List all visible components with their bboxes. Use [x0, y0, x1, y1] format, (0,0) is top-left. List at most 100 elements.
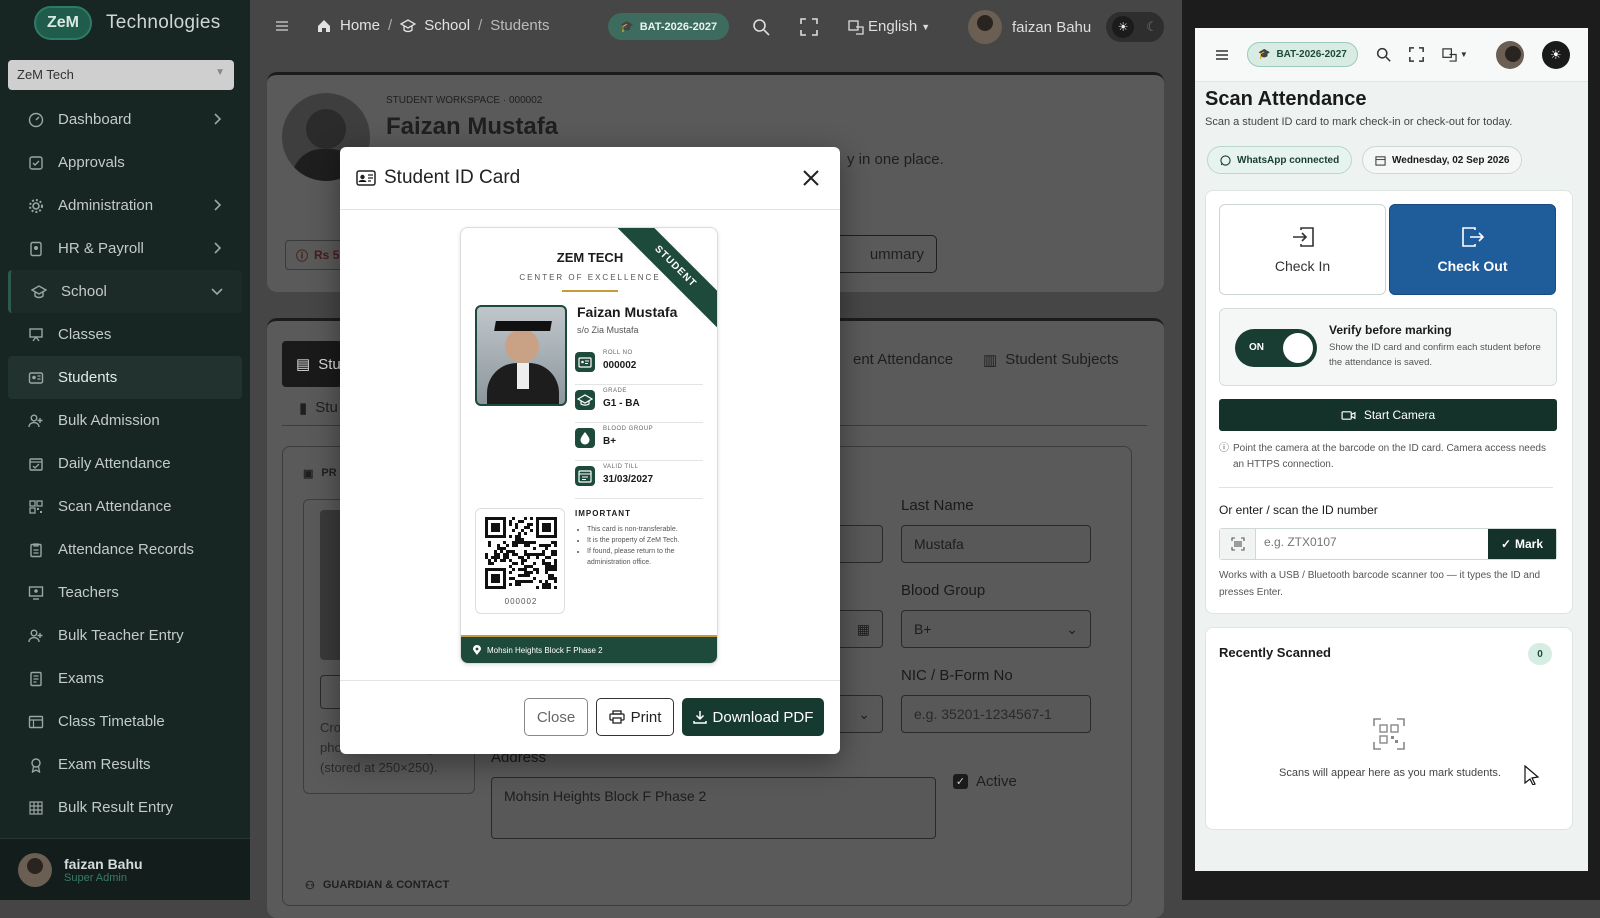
caret-down-icon: ▼: [921, 21, 931, 32]
brand[interactable]: ZeM Technologies: [34, 6, 221, 40]
guardian-section-label: GUARDIAN & CONTACT: [322, 879, 450, 891]
camera-icon: [1341, 410, 1356, 421]
sidebar-nav: Dashboard Approvals Administration HR & Pay…: [8, 98, 242, 829]
id-card-icon: [575, 352, 595, 372]
summary-button[interactable]: ummary: [827, 235, 937, 273]
theme-toggle[interactable]: ☀ ☾: [1106, 12, 1164, 42]
whatsapp-status: WhatsApp connected: [1207, 146, 1353, 174]
sidebar-item-label: HR & Payroll: [58, 240, 144, 257]
sidebar-user[interactable]: faizan Bahu Super Admin: [0, 838, 250, 900]
fullscreen-icon[interactable]: [1408, 47, 1424, 62]
print-button[interactable]: Print: [596, 698, 674, 736]
mark-button[interactable]: ✓ Mark: [1488, 529, 1556, 559]
nic-field[interactable]: e.g. 35201-1234567-1: [901, 695, 1091, 733]
breadcrumb-students: Students: [490, 17, 550, 34]
verify-option: ON Verify before marking Show the ID car…: [1219, 308, 1557, 386]
chart-icon: ▮: [299, 400, 308, 417]
modal-header: Student ID Card: [340, 147, 840, 210]
start-camera-button[interactable]: Start Camera: [1219, 399, 1557, 431]
student-id-card: STUDENT ZEM TECH CENTER OF EXCELLENCE Fa…: [460, 227, 718, 664]
avatar[interactable]: [1495, 40, 1524, 69]
tab-student-attendance[interactable]: ent Attendance: [853, 351, 953, 368]
nic-label: NIC / B-Form No: [901, 667, 1013, 684]
tab-student-stats[interactable]: ▮ Stu: [299, 399, 338, 417]
card-info-value: B+: [603, 436, 617, 447]
sidebar-item-bulk-teacher-entry[interactable]: Bulk Teacher Entry: [8, 614, 242, 657]
sidebar-item-hr-payroll[interactable]: HR & Payroll: [8, 227, 242, 270]
menu-icon[interactable]: [274, 18, 290, 34]
card-info-key: ROLL NO: [603, 350, 633, 356]
sidebar-item-daily-attendance[interactable]: Daily Attendance: [8, 442, 242, 485]
student-photo: [475, 305, 567, 406]
sidebar-item-label: Bulk Admission: [58, 412, 160, 429]
session-pill[interactable]: 🎓 BAT-2026-2027: [608, 13, 730, 40]
sidebar-item-dashboard[interactable]: Dashboard: [8, 98, 242, 141]
sidebar-item-students[interactable]: Students: [8, 356, 242, 399]
address-field[interactable]: Mohsin Heights Block F Phase 2: [491, 777, 936, 839]
sidebar-item-approvals[interactable]: Approvals: [8, 141, 242, 184]
last-name-label: Last Name: [901, 497, 974, 514]
breadcrumb-school[interactable]: School: [424, 17, 470, 34]
check-out-button[interactable]: Check Out: [1389, 204, 1556, 295]
topbar: Home / School / Students 🎓 BAT-2026-2027…: [250, 0, 1182, 56]
fullscreen-icon[interactable]: [800, 18, 818, 36]
scanner-hint: Works with a USB / Bluetooth barcode sca…: [1219, 570, 1541, 598]
sidebar-item-label: Daily Attendance: [58, 455, 171, 472]
sidebar-item-bulk-result-entry[interactable]: Bulk Result Entry: [8, 786, 242, 829]
session-pill[interactable]: 🎓 BAT-2026-2027: [1247, 42, 1358, 67]
search-icon[interactable]: [1376, 47, 1391, 62]
blood-group-select[interactable]: B+ ⌄: [901, 610, 1091, 648]
modal-title: Student ID Card: [384, 167, 521, 188]
sidebar-item-class-timetable[interactable]: Class Timetable: [8, 700, 242, 743]
card-address: Mohsin Heights Block F Phase 2: [487, 645, 603, 655]
chevron-down-icon: [210, 284, 224, 298]
chevron-down-icon: ▼: [215, 67, 225, 78]
tab-student-subjects[interactable]: ▥ Student Subjects: [983, 351, 1119, 369]
organization-select[interactable]: ZeM Tech ▼: [8, 60, 234, 90]
image-icon: ▣: [303, 468, 314, 480]
close-button[interactable]: Close: [524, 698, 588, 736]
language-select[interactable]: English ▼: [848, 18, 930, 35]
check-icon: ✓: [1500, 537, 1512, 551]
id-card-icon: [356, 170, 376, 186]
card-info-row: GRADE G1 - BA: [575, 385, 703, 423]
active-checkbox[interactable]: ✓ Active: [953, 773, 1017, 790]
sidebar-item-attendance-records[interactable]: Attendance Records: [8, 528, 242, 571]
sidebar-item-exams[interactable]: Exams: [8, 657, 242, 700]
book-icon: ▥: [983, 352, 998, 369]
sidebar-item-exam-results[interactable]: Exam Results: [8, 743, 242, 786]
last-name-field[interactable]: Mustafa: [901, 525, 1091, 563]
download-pdf-button[interactable]: Download PDF: [682, 698, 824, 736]
user-menu[interactable]: faizan Bahu: [968, 10, 1091, 44]
sidebar-item-administration[interactable]: Administration: [8, 184, 242, 227]
breadcrumb-home[interactable]: Home: [340, 17, 380, 34]
scan-attendance-window: 🎓 BAT-2026-2027 ▼ ☀ Scan Attendance Scan …: [1182, 0, 1600, 900]
important-note: It is the property of ZeM Tech.: [587, 535, 710, 546]
sidebar-item-teachers[interactable]: Teachers: [8, 571, 242, 614]
sun-icon[interactable]: ☀: [1541, 40, 1570, 69]
sun-icon: ☀: [1112, 16, 1135, 38]
menu-icon[interactable]: [1215, 49, 1229, 61]
chevron-right-icon: [210, 241, 224, 255]
check-in-button[interactable]: Check In: [1219, 204, 1386, 295]
card-tagline: CENTER OF EXCELLENCE: [519, 273, 661, 282]
award-icon: [28, 757, 44, 773]
sidebar-item-scan-attendance[interactable]: Scan Attendance: [8, 485, 242, 528]
calendar-icon: [1375, 155, 1386, 166]
search-icon[interactable]: [752, 18, 770, 36]
sidebar-item-school[interactable]: School: [8, 270, 242, 313]
sidebar-user-name: faizan Bahu: [64, 855, 143, 872]
verify-toggle[interactable]: ON: [1235, 329, 1317, 367]
students-icon: [28, 370, 44, 386]
sidebar-item-bulk-admission[interactable]: Bulk Admission: [8, 399, 242, 442]
language-select[interactable]: ▼: [1442, 47, 1468, 62]
chevron-right-icon: [210, 112, 224, 126]
id-number-input[interactable]: [1264, 535, 1474, 549]
calendar-icon: ▦: [856, 621, 870, 637]
download-label: Download PDF: [712, 708, 814, 726]
sidebar-item-label: Exam Results: [58, 756, 151, 773]
brand-logo: ZeM: [34, 6, 92, 40]
sidebar-item-classes[interactable]: Classes: [8, 313, 242, 356]
close-icon[interactable]: [796, 163, 826, 193]
tab-student-profile[interactable]: ▤ Stu: [282, 341, 342, 387]
